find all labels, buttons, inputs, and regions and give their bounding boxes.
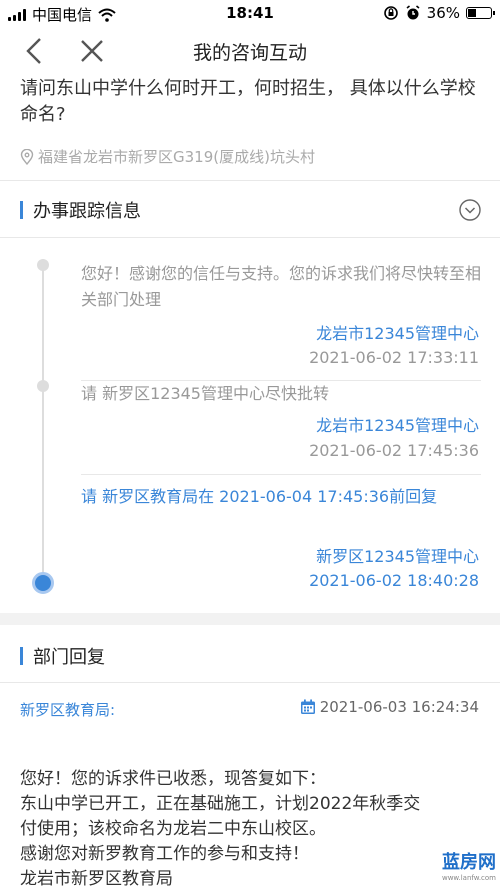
timeline-entry-org: 龙岩市12345管理中心 <box>316 416 479 435</box>
timeline-entry-time: 2021-06-02 18:40:28 <box>309 571 479 590</box>
watermark: 蓝房网 www.lanfw.com <box>442 848 496 882</box>
location-text: 福建省龙岩市新罗区G319(厦成线)坑头村 <box>38 148 315 166</box>
timeline-entry-time: 2021-06-02 17:33:11 <box>309 348 479 367</box>
reply-line: 您好！您的诉求件已收悉，现答复如下： <box>20 769 326 789</box>
reply-org: 新罗区教育局: <box>20 701 116 719</box>
timeline-dot-current <box>32 572 54 594</box>
location: 福建省龙岩市新罗区G319(厦成线)坑头村 <box>20 146 315 167</box>
tracking-section-header: 办事跟踪信息 <box>20 197 141 223</box>
reply-date: 2021-06-03 16:24:34 <box>300 698 479 716</box>
divider <box>0 180 500 181</box>
reply-line: 感谢您对新罗教育工作的参与和支持！ <box>20 844 309 864</box>
timeline-entry-org: 新罗区12345管理中心 <box>316 547 479 566</box>
reply-line: 龙岩市新罗区教育局 <box>20 869 173 888</box>
reply-section-header: 部门回复 <box>20 643 105 669</box>
battery-icon <box>466 7 495 19</box>
location-pin-icon <box>20 148 34 165</box>
calendar-icon <box>300 699 315 714</box>
alarm-icon <box>406 5 420 20</box>
reply-heading: 部门回复 <box>33 647 105 668</box>
section-gap <box>0 613 500 625</box>
timeline-entry-time: 2021-06-02 17:45:36 <box>309 441 479 460</box>
status-bar: 中国电信 18:41 36% <box>0 0 500 26</box>
divider <box>0 682 500 683</box>
timeline-dot <box>37 380 49 392</box>
timeline-entry-org: 龙岩市12345管理中心 <box>316 324 479 343</box>
reply-date-text: 2021-06-03 16:24:34 <box>319 698 479 716</box>
chevron-down-icon[interactable] <box>459 199 481 221</box>
timeline-entry-text: 请 新罗区12345管理中心尽快批转 <box>81 384 329 403</box>
timeline-entry-text-current: 请 新罗区教育局在 2021-06-04 17:45:36前回复 <box>81 487 438 506</box>
section-accent-bar <box>20 201 23 219</box>
watermark-text: 蓝房网 <box>442 852 496 873</box>
battery-level-fill <box>468 9 476 17</box>
watermark-url: www.lanfw.com <box>441 874 496 882</box>
page-title: 我的咨询互动 <box>192 42 307 64</box>
battery-percent: 36% <box>426 4 460 22</box>
divider <box>0 237 500 238</box>
reply-line: 东山中学已开工，正在基础施工，计划2022年秋季交 <box>20 794 421 814</box>
rotation-lock-icon <box>383 6 398 20</box>
tracking-heading: 办事跟踪信息 <box>33 201 141 222</box>
status-right: 36% <box>383 4 495 22</box>
timeline-entry-text: 您好！感谢您的信任与支持。您的诉求我们将尽快转至相关部门处理 <box>81 264 482 309</box>
reply-line: 付使用；该校命名为龙岩二中东山校区。 <box>20 819 326 839</box>
question-text: 请问东山中学什么何时开工，何时招生， 具体以什么学校命名? <box>20 78 476 125</box>
section-accent-bar <box>20 647 23 665</box>
timeline-line <box>42 265 44 583</box>
reply-body: 您好！您的诉求件已收悉，现答复如下： 东山中学已开工，正在基础施工，计划2022… <box>20 767 490 888</box>
nav-bar: 我的咨询互动 <box>0 26 500 76</box>
timeline-separator <box>81 474 481 475</box>
timeline-dot <box>37 259 49 271</box>
